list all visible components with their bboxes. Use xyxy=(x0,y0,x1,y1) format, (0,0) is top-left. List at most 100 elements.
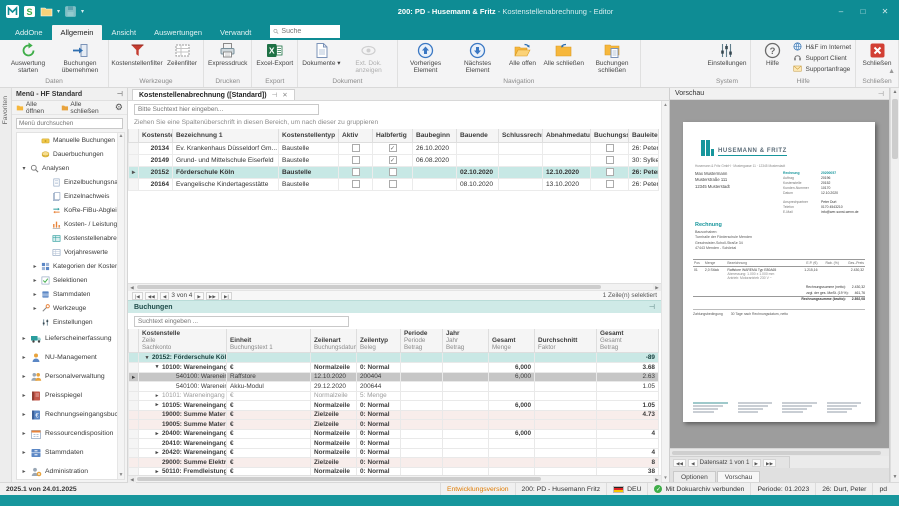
open-folder-icon[interactable] xyxy=(40,5,53,18)
column-header-gesamt[interactable]: GesamtGesamtBetrag xyxy=(597,329,659,353)
column-header-zeilenart[interactable]: ZeilenartBuchungsdatum xyxy=(311,329,357,353)
checkbox-icon[interactable] xyxy=(606,168,614,176)
chevron-right-icon[interactable]: ▸ xyxy=(154,431,160,437)
preview-viewport[interactable]: HUSEMANN & FRITZ Husemann & Fritz GmbH ·… xyxy=(670,100,889,448)
checkbox-icon[interactable] xyxy=(352,168,360,176)
pin-icon[interactable]: ⊣ xyxy=(649,303,655,311)
chevron-right-icon[interactable]: ▸ xyxy=(154,393,160,399)
checkbox-cell[interactable] xyxy=(591,154,629,166)
last-page-icon[interactable]: ▶| xyxy=(221,292,232,300)
sidebar-item-ressourcendisposition[interactable]: ▸Ressourcendisposition xyxy=(17,424,124,443)
first-page-icon[interactable]: |◀ xyxy=(132,292,143,300)
sidebar-item-administration[interactable]: ▸Administration xyxy=(17,462,124,480)
chevron-right-icon[interactable]: ▸ xyxy=(21,430,27,437)
kostenstellen-search-input[interactable] xyxy=(138,106,315,113)
gear-icon[interactable]: ⚙ xyxy=(115,102,123,113)
chevron-right-icon[interactable]: ▸ xyxy=(32,263,38,270)
column-header-zeilentyp[interactable]: ZeilentypBeleg xyxy=(357,329,401,353)
chevron-down-icon[interactable]: ▾ xyxy=(154,364,160,370)
horizontal-scrollbar[interactable]: ◀▶ xyxy=(128,283,661,290)
sidebar-item-stammdaten[interactable]: ▸Stammdaten xyxy=(17,443,124,462)
chevron-right-icon[interactable]: ▸ xyxy=(21,392,27,399)
buchungen-row[interactable]: 19000: Summe Material€Zielzeile0: Normal… xyxy=(129,410,659,420)
checkbox-cell[interactable]: ✓ xyxy=(373,154,413,166)
chevron-right-icon[interactable]: ▸ xyxy=(154,469,160,475)
checkbox-icon[interactable] xyxy=(389,168,397,176)
ribbon-link-support-client[interactable]: Support Client xyxy=(793,53,851,64)
preview-horizontal-scrollbar[interactable] xyxy=(670,448,889,456)
ribbon-button-buchungen-schlie-en[interactable]: Buchungen schließen xyxy=(586,41,638,76)
ribbon-collapse-icon[interactable]: ▲ xyxy=(888,68,895,75)
buchungen-row[interactable]: 19005: Summe Material (...€Zielzeile0: N… xyxy=(129,420,659,430)
prev-page-icon[interactable]: ◀ xyxy=(160,292,170,300)
chevron-right-icon[interactable]: ▸ xyxy=(21,335,27,342)
sidebar-item-kore-fibu-abgleich[interactable]: KoRe-FiBu-Abgleich xyxy=(17,203,124,217)
chevron-right-icon[interactable]: ▸ xyxy=(154,402,160,408)
buchungen-row[interactable]: ▸20420: Wareneingang - El...€Normalzeile… xyxy=(129,448,659,458)
column-header-abnahmedatum[interactable]: Abnahmedatum xyxy=(543,129,591,142)
chevron-down-icon[interactable]: ▾ xyxy=(21,165,27,172)
column-header-schlussrechnungsdatum[interactable]: Schlussrechnungsdatum xyxy=(499,129,543,142)
ribbon-button-excel-export[interactable]: XExcel-Export xyxy=(254,41,295,68)
ribbon-link-h-f-im-internet[interactable]: H&F im Internet xyxy=(793,42,851,53)
checkbox-cell[interactable] xyxy=(591,178,629,190)
ribbon-button-buchungen-übernehmen[interactable]: Buchungen übernehmen xyxy=(54,41,106,76)
next-group-icon[interactable]: ▶▶ xyxy=(206,292,219,300)
open-folder-dropdown-icon[interactable]: ▾ xyxy=(57,8,60,15)
buchungen-row[interactable]: 540100: Wareneingang - ...Akku-Modul29.1… xyxy=(129,382,659,392)
menu-tab-ansicht[interactable]: Ansicht xyxy=(102,25,145,40)
checkbox-cell[interactable] xyxy=(373,178,413,190)
pin-icon[interactable]: ⊣ xyxy=(117,90,123,98)
prev-group-icon[interactable]: ◀◀ xyxy=(145,292,158,300)
chevron-right-icon[interactable]: ▸ xyxy=(21,468,27,475)
buchungen-row[interactable]: ▸50110: Fremdleistungen€Normalzeile0: No… xyxy=(129,467,659,475)
column-header-buchungssperre[interactable]: Buchungssperre xyxy=(591,129,629,142)
favorites-strip[interactable]: Favoriten xyxy=(0,88,12,482)
ribbon-search-input[interactable] xyxy=(281,28,337,35)
ribbon-button-zeilenfilter[interactable]: Zeilenfilter xyxy=(163,41,201,68)
sidebar-item-stammdaten[interactable]: ▸Stammdaten xyxy=(17,287,124,301)
buchungen-row[interactable]: 29000: Summe Elektro€Zielzeile0: Normal8 xyxy=(129,458,659,468)
pin-icon[interactable]: ⊣ xyxy=(878,90,884,98)
buchungen-search[interactable] xyxy=(134,316,349,327)
new-document-icon[interactable]: S xyxy=(23,5,36,18)
tab-vorschau[interactable]: Vorschau xyxy=(717,471,761,482)
sidebar-item-kostenstellenabrechnung[interactable]: Kostenstellenabrechnung xyxy=(17,231,124,245)
checkbox-checked-icon[interactable]: ✓ xyxy=(389,144,397,152)
last-record-icon[interactable]: ▶▶ xyxy=(763,459,776,467)
ribbon-button-vorheriges-element[interactable]: Vorheriges Element xyxy=(400,41,452,76)
buchungen-row[interactable]: ▸20400: Wareneingang - El...€Normalzeile… xyxy=(129,429,659,439)
close-tab-icon[interactable]: ✕ xyxy=(282,91,287,99)
checkbox-icon[interactable] xyxy=(606,156,614,164)
column-header-baubeginn[interactable]: Baubeginn xyxy=(413,129,457,142)
horizontal-scrollbar[interactable]: ◀▶ xyxy=(128,475,661,482)
sidebar-item-manuelle-buchungen[interactable]: Manuelle Buchungen xyxy=(17,133,124,147)
ribbon-button-alle-schlie-en[interactable]: Alle schließen xyxy=(542,41,586,68)
sidebar-item-dauerbuchungen[interactable]: Dauerbuchungen xyxy=(17,147,124,161)
sidebar-scrollbar[interactable]: ▲▼ xyxy=(117,133,124,479)
checkbox-checked-icon[interactable]: ✓ xyxy=(389,156,397,164)
column-header-aktiv[interactable]: Aktiv xyxy=(339,129,373,142)
ribbon-button-hilfe[interactable]: ?Hilfe xyxy=(753,41,791,68)
menu-tab-addone[interactable]: AddOne xyxy=(6,25,52,40)
chevron-right-icon[interactable]: ▸ xyxy=(21,373,27,380)
table-row[interactable]: ▸20152Förderschule KölnBaustelle02.10.20… xyxy=(129,166,659,178)
column-header-bauleiter[interactable]: Bauleiter xyxy=(629,129,659,142)
sidebar-item-werkzeuge[interactable]: ▸Werkzeuge xyxy=(17,301,124,315)
checkbox-cell[interactable] xyxy=(591,142,629,154)
sidebar-item-selektionen[interactable]: ▸Selektionen xyxy=(17,273,124,287)
column-header-kostenstelle[interactable]: Kostenstelle xyxy=(139,129,173,142)
sidebar-item-einzelnachweis[interactable]: Einzelnachweis xyxy=(17,189,124,203)
column-header-kostenstelle[interactable]: KostenstelleZeileSachkonto xyxy=(139,329,227,353)
column-header-einheit[interactable]: EinheitBuchungstext 1 xyxy=(227,329,311,353)
ribbon-search[interactable] xyxy=(270,25,340,38)
chevron-right-icon[interactable]: ▸ xyxy=(32,277,38,284)
chevron-right-icon[interactable]: ▸ xyxy=(21,354,27,361)
ribbon-link-supportanfrage[interactable]: Supportanfrage xyxy=(793,64,851,75)
column-header-periode[interactable]: PeriodePeriodeBetrag xyxy=(401,329,443,353)
app-logo-icon[interactable] xyxy=(6,5,19,18)
maximize-icon[interactable]: □ xyxy=(853,3,873,19)
sidebar-item-kosten-leistungsanalyse[interactable]: Kosten- / Leistungsanalyse xyxy=(17,217,124,231)
sidebar-item-lieferscheinerfassung[interactable]: ▸Lieferscheinerfassung xyxy=(17,329,124,348)
sidebar-item-einstellungen[interactable]: Einstellungen xyxy=(17,315,124,329)
